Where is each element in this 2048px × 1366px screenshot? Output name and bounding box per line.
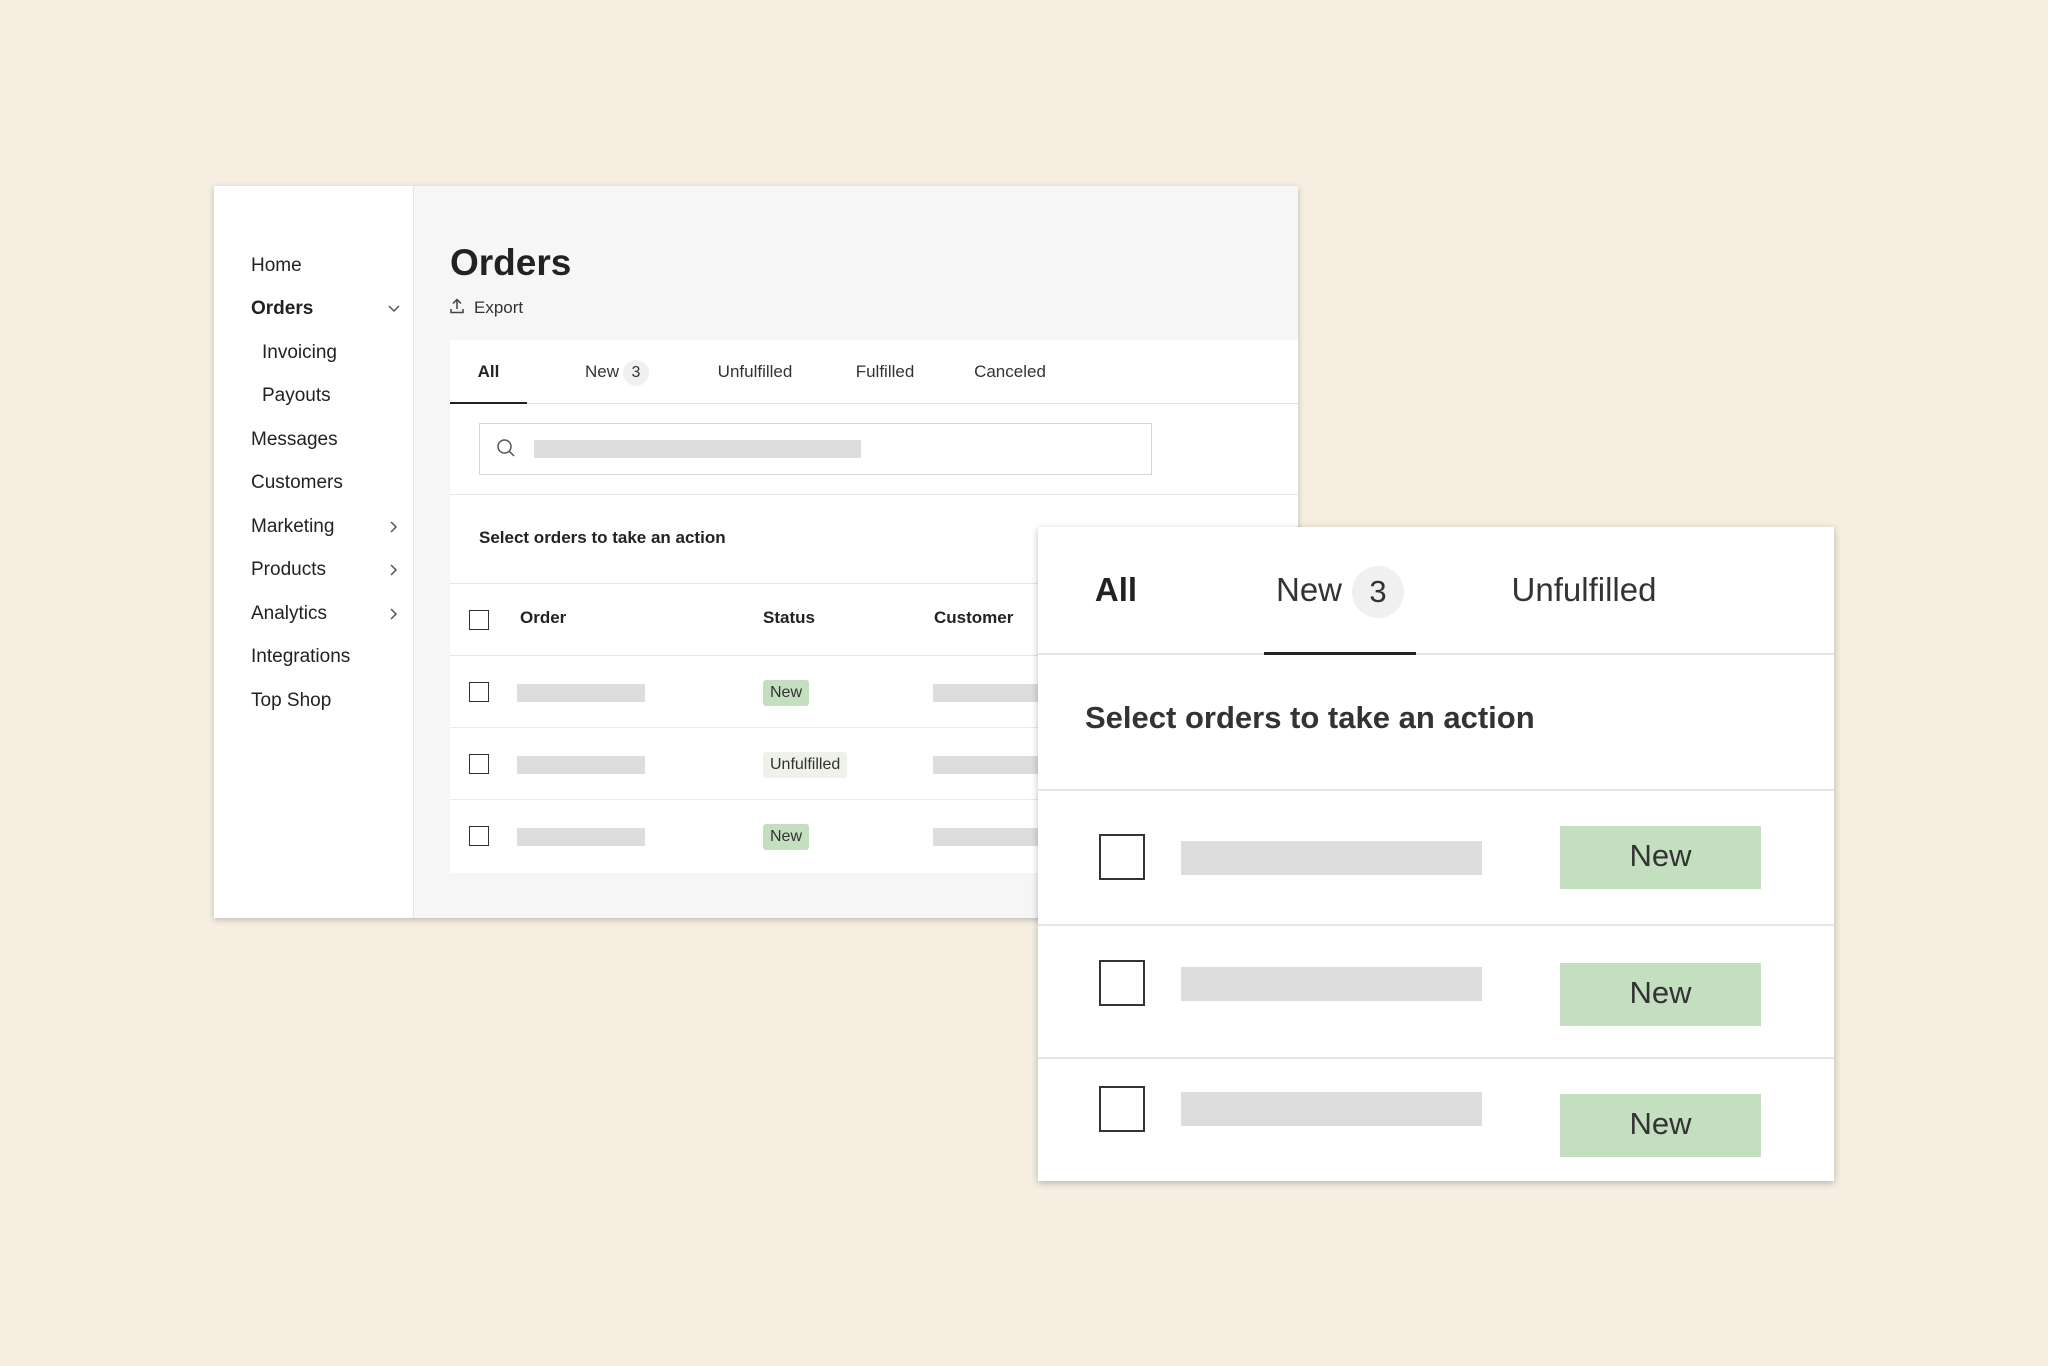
order-id-placeholder: [1181, 967, 1482, 1001]
tab-canceled[interactable]: Canceled: [970, 340, 1050, 404]
status-badge: New: [1560, 1094, 1761, 1157]
zoom-tab-new[interactable]: New 3: [1264, 527, 1416, 655]
action-hint: Select orders to take an action: [479, 528, 726, 547]
upload-icon: [450, 297, 464, 319]
sidebar-item-marketing[interactable]: Marketing: [251, 511, 401, 543]
chevron-right-icon[interactable]: [387, 598, 401, 630]
sidebar-item-label: Home: [251, 255, 302, 276]
sidebar-item-label: Analytics: [251, 603, 328, 624]
tab-label: Canceled: [974, 362, 1046, 381]
sidebar-item-label: Integrations: [251, 646, 351, 667]
tab-fulfilled[interactable]: Fulfilled: [850, 340, 920, 404]
sidebar-item-label: Messages: [251, 429, 338, 450]
sidebar-item-messages[interactable]: Messages: [251, 424, 401, 456]
search-icon: [496, 438, 516, 463]
sidebar-item-orders[interactable]: Orders: [251, 293, 401, 325]
zoom-bulk-action-bar: Select orders to take an action: [1038, 655, 1834, 791]
tab-label: New: [584, 362, 619, 381]
order-id-placeholder: [517, 684, 645, 702]
tab-label: All: [1094, 571, 1138, 608]
sidebar: Home Orders Invoicing Payouts Messages C…: [214, 186, 414, 918]
tab-all[interactable]: All: [450, 340, 527, 404]
row-checkbox[interactable]: [469, 682, 489, 702]
column-header-order: Order: [520, 608, 567, 627]
sidebar-item-home[interactable]: Home: [251, 250, 401, 282]
select-all-checkbox[interactable]: [469, 610, 489, 630]
row-checkbox[interactable]: [1099, 960, 1145, 1006]
sidebar-item-products[interactable]: Products: [251, 554, 401, 586]
order-id-placeholder: [1181, 841, 1482, 875]
status-badge: New: [1560, 963, 1761, 1026]
tab-bar: All New 3 Unfulfilled Fulfilled Canceled: [450, 340, 1298, 404]
order-id-placeholder: [517, 756, 645, 774]
sidebar-item-payouts[interactable]: Payouts: [262, 380, 412, 412]
sidebar-item-analytics[interactable]: Analytics: [251, 598, 401, 630]
row-checkbox[interactable]: [469, 826, 489, 846]
sidebar-item-invoicing[interactable]: Invoicing: [262, 337, 412, 369]
tab-label: Fulfilled: [855, 362, 915, 381]
sidebar-item-label: Orders: [251, 298, 314, 319]
zoom-tab-bar: All New 3 Unfulfilled: [1038, 527, 1834, 655]
column-header-status: Status: [763, 608, 815, 627]
sidebar-item-label: Payouts: [262, 385, 331, 406]
tab-label: Unfulfilled: [1511, 571, 1657, 608]
sidebar-item-customers[interactable]: Customers: [251, 467, 401, 499]
sidebar-item-top-shop[interactable]: Top Shop: [251, 685, 401, 717]
tab-label: Unfulfilled: [717, 362, 793, 381]
chevron-right-icon[interactable]: [387, 511, 401, 543]
sidebar-item-label: Marketing: [251, 516, 335, 537]
status-badge: New: [1560, 826, 1761, 889]
zoomed-orders-card: All New 3 Unfulfilled Select orders to ta…: [1038, 527, 1834, 1181]
search-input[interactable]: [479, 423, 1152, 475]
zoom-table-row[interactable]: New: [1038, 791, 1834, 926]
chevron-down-icon[interactable]: [387, 293, 401, 325]
order-id-placeholder: [1181, 1092, 1482, 1126]
search-placeholder-bar: [534, 440, 861, 458]
sidebar-item-label: Invoicing: [262, 342, 337, 363]
page-title: Orders: [450, 242, 572, 283]
row-checkbox[interactable]: [1099, 1086, 1145, 1132]
tab-new[interactable]: New 3: [580, 340, 654, 404]
zoom-table-row[interactable]: New: [1038, 926, 1834, 1059]
export-button[interactable]: Export: [450, 296, 523, 320]
export-label: Export: [474, 298, 524, 317]
tab-label: All: [477, 362, 500, 381]
zoom-tab-unfulfilled[interactable]: Unfulfilled: [1504, 527, 1664, 655]
status-badge: New: [763, 680, 810, 706]
tab-count-badge: 3: [623, 359, 649, 386]
chevron-right-icon[interactable]: [387, 554, 401, 586]
zoom-tab-all[interactable]: All: [1086, 527, 1146, 655]
row-checkbox[interactable]: [1099, 834, 1145, 880]
status-badge: New: [763, 824, 810, 850]
column-header-customer: Customer: [934, 608, 1014, 627]
order-id-placeholder: [517, 828, 645, 846]
action-hint: Select orders to take an action: [1085, 700, 1535, 735]
sidebar-item-label: Customers: [251, 472, 343, 493]
tab-unfulfilled[interactable]: Unfulfilled: [710, 340, 800, 404]
sidebar-item-integrations[interactable]: Integrations: [251, 641, 401, 673]
status-badge: Unfulfilled: [763, 752, 848, 778]
tab-label: New: [1275, 571, 1343, 608]
sidebar-item-label: Products: [251, 559, 326, 580]
zoom-table-row[interactable]: New: [1038, 1059, 1834, 1181]
row-checkbox[interactable]: [469, 754, 489, 774]
tab-count-badge: 3: [1352, 566, 1405, 619]
sidebar-item-label: Top Shop: [251, 690, 332, 711]
